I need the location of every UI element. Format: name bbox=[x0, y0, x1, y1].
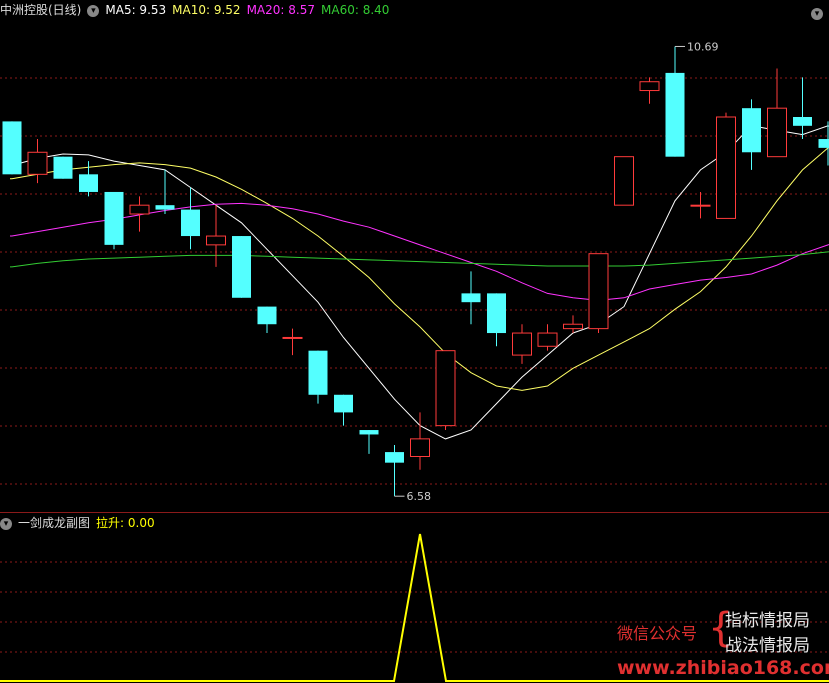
watermark-url: www.zhibiao168.com bbox=[617, 657, 829, 679]
candle-body-down bbox=[793, 117, 812, 126]
ma10-label: MA10: 9.52 bbox=[172, 3, 241, 17]
candle-body-up bbox=[563, 323, 583, 330]
candle-body-up bbox=[690, 204, 711, 207]
candlesticks bbox=[2, 46, 829, 497]
ma20-label: MA20: 8.57 bbox=[246, 3, 315, 17]
candle-body-down bbox=[155, 205, 175, 210]
ma5-label: MA5: 9.53 bbox=[105, 3, 167, 17]
candle-body-down bbox=[461, 293, 481, 303]
candle-body-down bbox=[385, 452, 404, 463]
candle-body-down bbox=[104, 191, 124, 245]
indicator-value-label: 拉升: 0.00 bbox=[96, 516, 155, 530]
chevron-down-icon[interactable]: ▾ bbox=[0, 517, 12, 530]
candle-body-down bbox=[742, 108, 761, 153]
watermark-wechat: 微信公众号 bbox=[617, 624, 698, 643]
candle-body-up bbox=[716, 116, 736, 219]
high-price-label: 10.69 bbox=[687, 40, 719, 53]
candle-body-up bbox=[27, 151, 48, 175]
candle-body-down bbox=[308, 350, 328, 395]
candle-body-down bbox=[665, 72, 685, 157]
candle-body-up bbox=[767, 107, 787, 158]
indicator-title: 一剑成龙副图 bbox=[18, 516, 91, 530]
candle-body-down bbox=[181, 209, 200, 237]
candle-body-down bbox=[359, 430, 379, 435]
watermark-line2: 战法情报局 bbox=[725, 636, 810, 656]
close-panel-icon[interactable]: ▾ bbox=[811, 3, 823, 22]
ma60-label: MA60: 8.40 bbox=[321, 3, 390, 17]
candle-body-down bbox=[334, 394, 353, 413]
chart-canvas: 10.69 6.58 bbox=[0, 40, 829, 682]
candle-body-up bbox=[129, 204, 150, 215]
candle-body-up bbox=[206, 235, 226, 246]
ma-line-ma5 bbox=[10, 125, 829, 440]
candle-body-down bbox=[79, 174, 98, 192]
candle-body-down bbox=[232, 236, 251, 298]
candle-body-up bbox=[537, 332, 558, 347]
candle-body-up bbox=[512, 332, 532, 356]
candle-body-up bbox=[410, 438, 430, 458]
candle-body-down bbox=[487, 293, 506, 334]
bottom-panel-header: ▾ 一剑成龙副图 拉升: 0.00 bbox=[0, 514, 161, 532]
panel-divider bbox=[0, 512, 829, 513]
candle-body-up bbox=[282, 336, 303, 339]
candle-body-up bbox=[588, 253, 609, 330]
candle-body-down bbox=[2, 121, 22, 175]
candle-body-up bbox=[435, 350, 456, 427]
top-panel-header: 中洲控股(日线) ▾ MA5: 9.53 MA10: 9.52 MA20: 8.57 MA… bbox=[0, 1, 395, 19]
ma-line-ma10 bbox=[10, 147, 829, 391]
candle-body-up bbox=[614, 156, 634, 206]
chevron-down-icon[interactable]: ▾ bbox=[87, 4, 100, 17]
low-price-label: 6.58 bbox=[407, 490, 432, 503]
candle-body-down bbox=[257, 306, 277, 325]
watermark-line1: 指标情报局 bbox=[725, 611, 810, 631]
moving-average-lines bbox=[10, 125, 829, 440]
candle-body-down bbox=[53, 156, 73, 179]
stock-title: 中洲控股(日线) bbox=[0, 3, 82, 17]
candle-body-down bbox=[818, 139, 829, 148]
candle-body-up bbox=[639, 81, 660, 92]
